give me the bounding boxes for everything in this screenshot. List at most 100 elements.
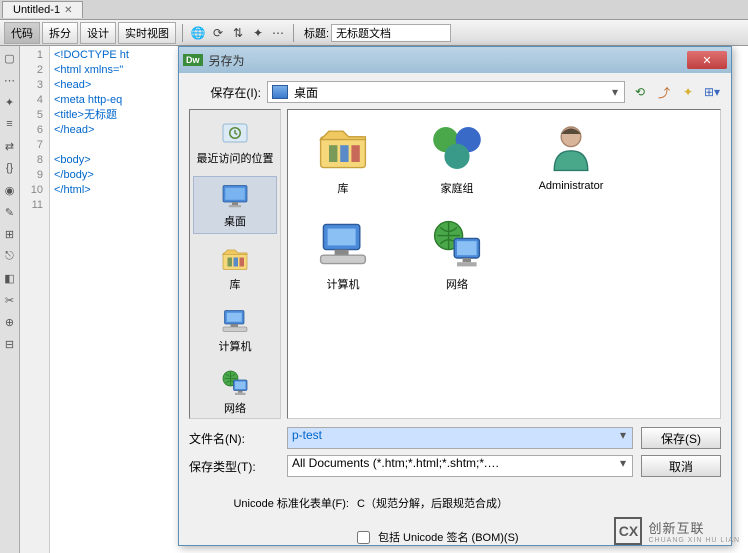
back-icon[interactable]: ⟲ — [631, 83, 649, 101]
viewmode-icon[interactable]: ⊞▾ — [703, 83, 721, 101]
tool-icon[interactable]: ⎋ — [2, 248, 18, 264]
filename-input[interactable]: p-test — [287, 427, 633, 449]
watermark-sub: CHUANG XIN HU LIAN — [648, 537, 740, 544]
tool-icon[interactable]: ✦ — [2, 94, 18, 110]
view-split-button[interactable]: 拆分 — [42, 22, 78, 44]
tool-icon[interactable]: ◧ — [2, 270, 18, 286]
unicode-value: C（规范分解，后跟规范合成） — [357, 495, 508, 511]
tool-icon[interactable]: ◉ — [2, 182, 18, 198]
save-in-label: 保存在(I): — [189, 84, 261, 101]
tool-icon[interactable]: ✂ — [2, 292, 18, 308]
item-label: Administrator — [539, 180, 604, 192]
filetype-combo[interactable]: All Documents (*.htm;*.html;*.shtm;*.… — [287, 455, 633, 477]
unicode-label: Unicode 标准化表单(F): — [189, 495, 349, 511]
place-label: 最近访问的位置 — [197, 150, 274, 166]
save-as-dialog: Dw 另存为 ✕ 保存在(I): 桌面 ⟲ ⤴ ✦ ⊞▾ 最近访问的位置桌面库计… — [178, 46, 732, 546]
place-computer[interactable]: 计算机 — [193, 302, 277, 358]
tool-icon[interactable]: ⋯ — [2, 72, 18, 88]
filetype-label: 保存类型(T): — [189, 458, 279, 475]
left-toolbar: ▢ ⋯ ✦ ≡ ⇄ {} ◉ ✎ ⊞ ⎋ ◧ ✂ ⊕ ⊟ — [0, 46, 20, 553]
libraries-icon — [217, 244, 253, 274]
places-bar: 最近访问的位置桌面库计算机网络 — [189, 109, 281, 419]
item-label: 网络 — [446, 276, 468, 292]
filetype-value: All Documents (*.htm;*.html;*.shtm;*.… — [292, 456, 499, 470]
tab-label: Untitled-1 — [13, 4, 60, 16]
dialog-body: 保存在(I): 桌面 ⟲ ⤴ ✦ ⊞▾ 最近访问的位置桌面库计算机网络 库家庭组… — [179, 73, 731, 553]
bom-label: 包括 Unicode 签名 (BOM)(S) — [378, 529, 519, 545]
computer-icon — [311, 216, 375, 272]
network-icon — [217, 368, 253, 398]
recent-icon — [217, 118, 253, 148]
close-icon[interactable]: ✕ — [687, 51, 727, 69]
place-label: 计算机 — [219, 338, 252, 354]
line-number: 1 — [20, 48, 49, 63]
refresh-icon[interactable]: ⟳ — [209, 24, 227, 42]
item-homegroup[interactable]: 家庭组 — [412, 120, 502, 196]
save-in-combo[interactable]: 桌面 — [267, 81, 625, 103]
tool-icon[interactable]: ⊞ — [2, 226, 18, 242]
item-label: 库 — [338, 180, 349, 196]
tool-icon[interactable]: ≡ — [2, 116, 18, 132]
file-area[interactable]: 库 家庭组 Administrator 计算机网络 — [287, 109, 721, 419]
globe-icon[interactable]: 🌐 — [189, 24, 207, 42]
view-live-button[interactable]: 实时视图 — [118, 22, 176, 44]
line-number: 10 — [20, 183, 49, 198]
item-user[interactable]: Administrator — [526, 120, 616, 196]
cancel-button[interactable]: 取消 — [641, 455, 721, 477]
place-desktop[interactable]: 桌面 — [193, 176, 277, 234]
options-icon[interactable]: ⋯ — [269, 24, 287, 42]
watermark: CX 创新互联 CHUANG XIN HU LIAN — [614, 517, 740, 545]
network-icon — [425, 216, 489, 272]
bom-checkbox[interactable] — [357, 531, 370, 544]
tool-icon[interactable]: ⊟ — [2, 336, 18, 352]
tool-icon[interactable]: {} — [2, 160, 18, 176]
title-label: 标题: — [304, 25, 329, 41]
tool-icon[interactable]: ✎ — [2, 204, 18, 220]
place-label: 网络 — [224, 400, 246, 416]
dialog-titlebar[interactable]: Dw 另存为 ✕ — [179, 47, 731, 73]
place-libraries[interactable]: 库 — [193, 240, 277, 296]
line-number: 8 — [20, 153, 49, 168]
document-tab[interactable]: Untitled-1 ✕ — [2, 1, 83, 18]
newfolder-icon[interactable]: ✦ — [679, 83, 697, 101]
item-network[interactable]: 网络 — [412, 216, 502, 292]
save-button[interactable]: 保存(S) — [641, 427, 721, 449]
homegroup-icon — [425, 120, 489, 176]
line-number: 7 — [20, 138, 49, 153]
close-icon[interactable]: ✕ — [64, 5, 72, 16]
view-design-button[interactable]: 设计 — [80, 22, 116, 44]
line-number: 9 — [20, 168, 49, 183]
check-icon[interactable]: ✦ — [249, 24, 267, 42]
tool-icon[interactable]: ⇄ — [2, 138, 18, 154]
place-label: 桌面 — [224, 213, 246, 229]
desktop-icon — [217, 181, 253, 211]
view-code-button[interactable]: 代码 — [4, 22, 40, 44]
line-number: 6 — [20, 123, 49, 138]
save-in-value: 桌面 — [294, 84, 318, 101]
user-icon — [539, 120, 603, 176]
item-label: 家庭组 — [441, 180, 474, 196]
upload-icon[interactable]: ⇅ — [229, 24, 247, 42]
line-number: 3 — [20, 78, 49, 93]
line-number: 5 — [20, 108, 49, 123]
line-number: 4 — [20, 93, 49, 108]
separator — [182, 24, 183, 42]
line-number: 11 — [20, 198, 49, 213]
separator — [293, 24, 294, 42]
filename-label: 文件名(N): — [189, 430, 279, 447]
item-libraries[interactable]: 库 — [298, 120, 388, 196]
item-computer[interactable]: 计算机 — [298, 216, 388, 292]
desktop-icon — [272, 85, 288, 99]
place-label: 库 — [230, 276, 241, 292]
place-network[interactable]: 网络 — [193, 364, 277, 420]
place-recent[interactable]: 最近访问的位置 — [193, 114, 277, 170]
dialog-title: 另存为 — [209, 52, 245, 69]
watermark-logo: CX — [614, 517, 642, 545]
title-input[interactable] — [331, 24, 451, 42]
tool-icon[interactable]: ▢ — [2, 50, 18, 66]
up-icon[interactable]: ⤴ — [655, 83, 673, 101]
app-badge: Dw — [183, 54, 203, 66]
libraries-icon — [311, 120, 375, 176]
computer-icon — [217, 306, 253, 336]
tool-icon[interactable]: ⊕ — [2, 314, 18, 330]
